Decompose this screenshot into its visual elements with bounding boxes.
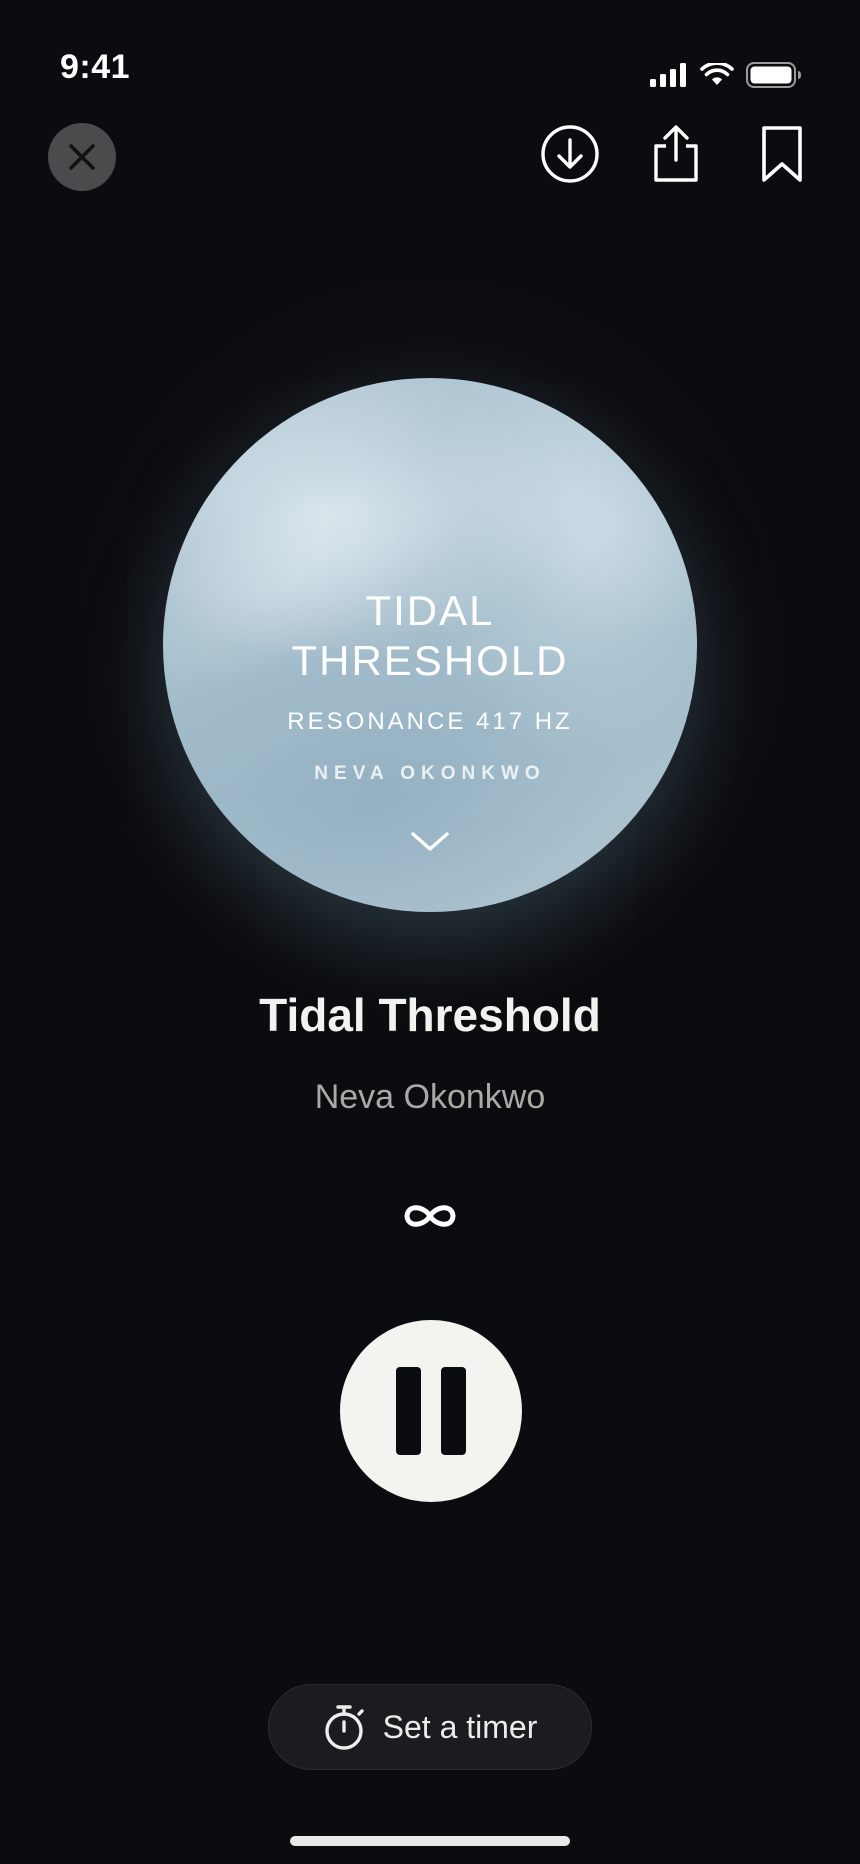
- home-indicator[interactable]: [290, 1836, 570, 1846]
- download-button[interactable]: [536, 120, 604, 188]
- artwork-title-line2: THRESHOLD: [291, 637, 569, 684]
- share-button[interactable]: [642, 120, 710, 188]
- top-bar: [0, 110, 860, 210]
- set-timer-button[interactable]: Set a timer: [268, 1684, 592, 1770]
- share-icon: [654, 125, 698, 182]
- wifi-icon: [700, 63, 734, 85]
- pause-bar: [441, 1367, 466, 1455]
- artwork-title-line1: TIDAL: [365, 587, 495, 634]
- bookmark-button[interactable]: [748, 120, 816, 188]
- artwork[interactable]: TIDAL THRESHOLD RESONANCE 417 HZ NEVA OK…: [163, 378, 697, 912]
- pause-button[interactable]: [340, 1320, 522, 1502]
- track-artist[interactable]: Neva Okonkwo: [0, 1078, 860, 1117]
- status-time: 9:41: [60, 48, 131, 86]
- stopwatch-icon: [324, 1705, 364, 1750]
- close-button[interactable]: [48, 123, 116, 191]
- artwork-title: TIDAL THRESHOLD: [163, 586, 697, 686]
- close-icon: [69, 144, 95, 170]
- status-icons: [650, 62, 802, 88]
- timer-label: Set a timer: [382, 1708, 538, 1745]
- download-icon: [541, 125, 599, 183]
- infinity-icon[interactable]: [400, 1196, 460, 1236]
- cellular-signal-icon: [650, 63, 686, 87]
- pause-icon: [386, 1367, 476, 1455]
- artwork-artist: NEVA OKONKWO: [314, 763, 546, 784]
- track-title: Tidal Threshold: [259, 989, 601, 1041]
- chevron-down-icon[interactable]: [409, 830, 451, 854]
- artwork-subtitle: RESONANCE 417 HZ: [287, 708, 573, 735]
- bookmark-icon: [762, 126, 802, 182]
- pause-bar: [396, 1367, 421, 1455]
- battery-icon: [746, 62, 801, 88]
